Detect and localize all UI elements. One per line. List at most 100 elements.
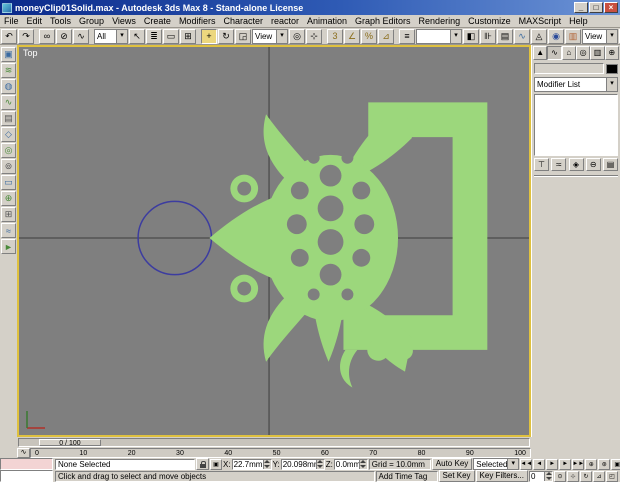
current-frame-field[interactable]: 0 <box>529 470 553 482</box>
reactor-preview-animation-button[interactable]: ► <box>1 239 16 254</box>
x-coordinate-field[interactable]: 22.7mm <box>231 458 272 470</box>
menu-group[interactable]: Group <box>75 16 108 26</box>
reactor-apply-cloth-modifier-button[interactable]: ◇ <box>1 127 16 142</box>
reactor-create-wind-button[interactable]: ≈ <box>1 223 16 238</box>
set-key-button[interactable]: Set Key <box>438 470 475 482</box>
reactor-cloth-collection-button[interactable]: ≋ <box>1 63 16 78</box>
make-unique-button[interactable]: ◈ <box>568 158 584 171</box>
reactor-create-plane-button[interactable]: ▭ <box>1 175 16 190</box>
redo-button[interactable]: ↷ <box>18 28 34 44</box>
menu-help[interactable]: Help <box>565 16 592 26</box>
tab-hierarchy[interactable]: ⌂ <box>561 46 576 60</box>
x-spinner[interactable] <box>262 459 271 469</box>
reactor-rigid-body-collection-button[interactable]: ▣ <box>1 47 16 62</box>
menu-modifiers[interactable]: Modifiers <box>175 16 220 26</box>
viewport-canvas[interactable] <box>19 47 529 435</box>
z-coordinate-field[interactable]: 0.0mm <box>333 458 368 470</box>
object-color-swatch[interactable] <box>606 63 618 74</box>
render-scene-button[interactable]: ▥ <box>565 28 581 44</box>
select-by-name-button[interactable]: ≣ <box>146 28 162 44</box>
z-spinner[interactable] <box>358 459 367 469</box>
zoom-button[interactable]: ⊕ <box>585 458 598 470</box>
min-max-toggle-button[interactable]: ◰ <box>606 470 618 482</box>
key-mode-toggle[interactable]: ⊙ <box>554 470 566 482</box>
select-object-button[interactable]: ↖ <box>129 28 145 44</box>
modifier-list-dropdown[interactable]: Modifier List ▾ <box>534 77 618 92</box>
angle-snap-toggle[interactable]: ∠ <box>344 28 360 44</box>
reactor-apply-rope-modifier-button[interactable]: ⊚ <box>1 159 16 174</box>
mirror-button[interactable]: ◧ <box>463 28 479 44</box>
percent-snap-toggle[interactable]: % <box>361 28 377 44</box>
maxscript-mini-listener[interactable] <box>0 458 53 482</box>
key-filters-button[interactable]: Key Filters... <box>475 470 528 482</box>
bind-to-space-warp-button[interactable]: ∿ <box>73 28 89 44</box>
align-button[interactable]: ⊪ <box>480 28 496 44</box>
arc-rotate-button[interactable]: ↻ <box>580 470 592 482</box>
select-and-move-button[interactable]: + <box>201 28 217 44</box>
y-coordinate-field[interactable]: 20.098mm <box>280 458 325 470</box>
named-selection-sets-dropdown[interactable]: ▾ <box>416 28 462 44</box>
menu-maxscript[interactable]: MAXScript <box>515 16 566 26</box>
tab-create[interactable]: ▲ <box>533 46 548 60</box>
zoom-all-button[interactable]: ⊛ <box>598 458 611 470</box>
minimize-button[interactable]: _ <box>574 2 588 13</box>
reference-coordinate-system-dropdown[interactable]: View ▾ <box>252 28 288 44</box>
layer-manager-button[interactable]: ▤ <box>497 28 513 44</box>
chevron-down-icon[interactable]: ▾ <box>276 29 287 43</box>
edit-named-selection-sets-button[interactable]: ≡ <box>399 28 415 44</box>
previous-frame-button[interactable]: ◄ <box>533 458 546 470</box>
rectangular-selection-region-button[interactable]: ▭ <box>163 28 179 44</box>
absolute-offset-mode-toggle[interactable]: ▣ <box>210 458 222 470</box>
selection-filter-dropdown[interactable]: All ▾ <box>94 28 128 44</box>
key-selection-dropdown[interactable]: Selected ▾ <box>473 458 520 470</box>
chevron-down-icon[interactable]: ▾ <box>606 78 617 91</box>
viewport-top[interactable]: Top <box>17 45 531 437</box>
show-end-result-button[interactable]: ≍ <box>551 158 567 171</box>
material-editor-button[interactable]: ◉ <box>548 28 564 44</box>
time-slider-track[interactable]: 0 / 100 <box>18 438 530 447</box>
menu-rendering[interactable]: Rendering <box>415 16 465 26</box>
object-name-field[interactable] <box>534 63 604 74</box>
select-and-scale-button[interactable]: ◲ <box>235 28 251 44</box>
money-clip-object[interactable] <box>209 102 488 388</box>
reactor-create-toy-car-button[interactable]: ⊞ <box>1 207 16 222</box>
add-time-tag-field[interactable]: Add Time Tag <box>375 470 438 482</box>
reactor-rope-collection-button[interactable]: ∿ <box>1 95 16 110</box>
frame-spinner[interactable] <box>544 471 552 481</box>
menu-edit[interactable]: Edit <box>23 16 47 26</box>
window-crossing-toggle[interactable]: ⊞ <box>180 28 196 44</box>
chevron-down-icon[interactable]: ▾ <box>606 29 617 43</box>
chevron-down-icon[interactable]: ▾ <box>507 459 519 469</box>
next-frame-button[interactable]: ► <box>559 458 572 470</box>
reactor-deforming-mesh-collection-button[interactable]: ▤ <box>1 111 16 126</box>
go-to-start-button[interactable]: ◄◄ <box>520 458 533 470</box>
menu-graph-editors[interactable]: Graph Editors <box>351 16 415 26</box>
menu-create[interactable]: Create <box>140 16 175 26</box>
mini-listener-script-row[interactable] <box>0 470 53 482</box>
mini-listener-macro-row[interactable] <box>0 458 53 470</box>
pin-stack-button[interactable]: ⊤ <box>534 158 549 171</box>
spinner-snap-toggle[interactable]: ⊿ <box>378 28 394 44</box>
menu-file[interactable]: File <box>0 16 23 26</box>
use-pivot-point-center-button[interactable]: ◎ <box>289 28 305 44</box>
track-bar-ruler[interactable]: 0 10 20 30 40 50 60 70 80 90 100 <box>30 448 531 458</box>
reactor-soft-body-collection-button[interactable]: ◍ <box>1 79 16 94</box>
select-and-manipulate-button[interactable]: ⊹ <box>306 28 322 44</box>
menu-customize[interactable]: Customize <box>464 16 515 26</box>
configure-modifier-sets-button[interactable]: ▤ <box>603 158 618 171</box>
maximize-button[interactable]: □ <box>589 2 603 13</box>
undo-button[interactable]: ↶ <box>1 28 17 44</box>
tab-motion[interactable]: ◎ <box>575 46 591 60</box>
pan-button[interactable]: ⊹ <box>567 470 579 482</box>
reactor-apply-soft-body-modifier-button[interactable]: ◎ <box>1 143 16 158</box>
menu-character[interactable]: Character <box>219 16 267 26</box>
y-spinner[interactable] <box>315 459 324 469</box>
menu-views[interactable]: Views <box>108 16 140 26</box>
tab-display[interactable]: ▥ <box>590 46 605 60</box>
chevron-down-icon[interactable]: ▾ <box>116 29 127 43</box>
zoom-extents-button[interactable]: ▣ <box>611 458 620 470</box>
open-mini-curve-editor-button[interactable]: ∿ <box>17 448 30 458</box>
select-and-link-button[interactable]: ∞ <box>39 28 55 44</box>
field-of-view-button[interactable]: ⊿ <box>593 470 605 482</box>
modifier-stack-list[interactable] <box>534 94 618 156</box>
